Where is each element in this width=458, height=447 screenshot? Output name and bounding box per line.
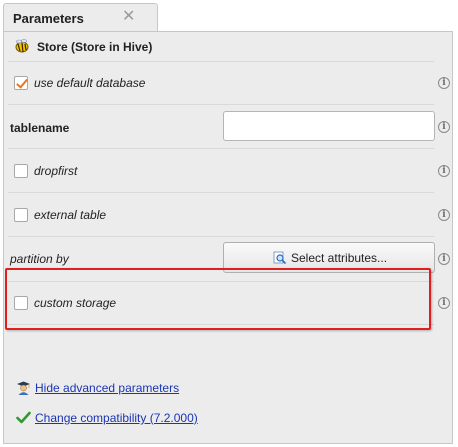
hide-advanced-parameters-link-row[interactable]: Hide advanced parameters — [4, 379, 304, 397]
param-row-tablename: tablename i — [4, 105, 452, 149]
tab-parameters[interactable]: Parameters ✕ — [3, 3, 158, 32]
select-attributes-button[interactable]: Select attributes... — [223, 242, 435, 273]
dropfirst-checkbox[interactable] — [14, 164, 28, 178]
info-icon[interactable]: i — [438, 297, 450, 309]
use-default-database-checkbox[interactable] — [14, 76, 28, 90]
param-row-use-default-database: use default database i — [4, 61, 452, 105]
hive-bee-icon — [15, 39, 29, 53]
info-icon[interactable]: i — [438, 121, 450, 133]
parameters-panel: Store (Store in Hive) use default databa… — [3, 31, 453, 444]
param-row-custom-storage: custom storage i — [4, 281, 452, 325]
external-table-checkbox[interactable] — [14, 208, 28, 222]
info-icon[interactable]: i — [438, 165, 450, 177]
tablename-input[interactable] — [223, 111, 435, 141]
change-compatibility-link-row[interactable]: Change compatibility (7.2.000) — [4, 409, 304, 427]
param-row-partition-by: partition by Select attributes... i — [4, 237, 452, 281]
info-icon[interactable]: i — [438, 77, 450, 89]
tab-title: Parameters — [13, 11, 84, 26]
change-compatibility-link[interactable]: Change compatibility (7.2.000) — [35, 411, 198, 425]
custom-storage-checkbox[interactable] — [14, 296, 28, 310]
info-icon[interactable]: i — [438, 209, 450, 221]
custom-storage-label: custom storage — [34, 296, 117, 310]
partition-by-label: partition by — [10, 252, 69, 266]
info-icon[interactable]: i — [438, 253, 450, 265]
tab-bar: Parameters ✕ — [0, 0, 458, 32]
select-attributes-label: Select attributes... — [291, 251, 388, 265]
param-row-external-table: external table i — [4, 193, 452, 237]
magnifier-icon — [273, 251, 287, 265]
close-icon[interactable]: ✕ — [122, 7, 135, 27]
use-default-database-label: use default database — [34, 76, 146, 90]
graduate-icon — [17, 381, 30, 395]
tablename-label: tablename — [10, 121, 70, 135]
external-table-label: external table — [34, 208, 107, 222]
checkmark-icon — [16, 411, 31, 424]
hide-advanced-parameters-link[interactable]: Hide advanced parameters — [35, 381, 179, 395]
operator-header: Store (Store in Hive) — [4, 32, 452, 61]
dropfirst-label: dropfirst — [34, 164, 78, 178]
operator-title: Store (Store in Hive) — [37, 40, 153, 54]
param-row-dropfirst: dropfirst i — [4, 149, 452, 193]
